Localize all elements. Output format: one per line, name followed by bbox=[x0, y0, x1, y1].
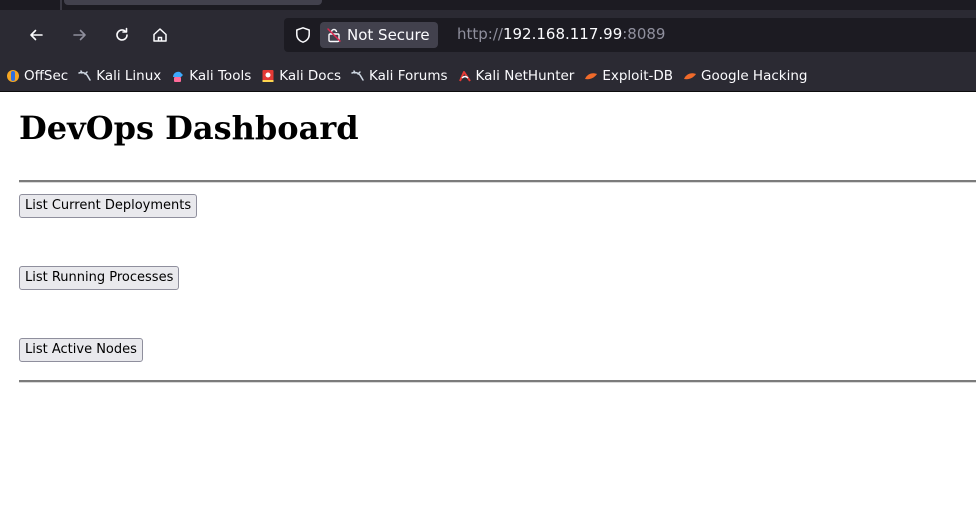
bookmark-label: Kali Forums bbox=[369, 67, 448, 84]
nethunter-icon bbox=[458, 70, 471, 82]
url-scheme: http:// bbox=[457, 25, 503, 43]
home-button[interactable] bbox=[146, 22, 174, 48]
bookmarks-toolbar: OffSec Kali Linux Kali Tools Kali Docs K… bbox=[0, 60, 976, 92]
offsec-icon bbox=[7, 69, 19, 82]
page-content: DevOps Dashboard List Current Deployment… bbox=[0, 92, 976, 512]
bookmark-kali-docs[interactable]: Kali Docs bbox=[261, 68, 341, 84]
kali-dragon-icon bbox=[351, 69, 364, 81]
page-title: DevOps Dashboard bbox=[19, 109, 359, 147]
kali-docs-icon bbox=[262, 69, 274, 82]
url-text[interactable]: http://192.168.117.99:8089 bbox=[457, 25, 665, 43]
bookmark-kali-nethunter[interactable]: Kali NetHunter bbox=[458, 67, 575, 84]
kali-dragon-icon bbox=[78, 69, 91, 81]
tab-separator bbox=[60, 0, 62, 10]
ghdb-icon bbox=[684, 72, 697, 79]
bookmark-offsec[interactable]: OffSec bbox=[6, 68, 68, 84]
bookmark-kali-linux[interactable]: Kali Linux bbox=[78, 68, 161, 84]
forward-button[interactable] bbox=[66, 22, 94, 48]
forward-arrow-icon bbox=[73, 29, 86, 41]
bookmark-label: Exploit-DB bbox=[602, 67, 674, 84]
bookmark-label: Kali NetHunter bbox=[475, 67, 575, 84]
bookmark-label: Google Hacking bbox=[701, 67, 808, 84]
bottom-divider bbox=[19, 380, 976, 383]
not-secure-indicator[interactable]: Not Secure bbox=[320, 22, 438, 48]
bookmark-label: OffSec bbox=[24, 67, 69, 84]
home-icon bbox=[153, 28, 167, 42]
insecure-lock-icon bbox=[327, 28, 341, 43]
bookmark-label: Kali Linux bbox=[96, 67, 162, 84]
list-current-deployments-button[interactable]: List Current Deployments bbox=[19, 194, 198, 218]
back-arrow-icon bbox=[30, 29, 43, 41]
list-active-nodes-button[interactable]: List Active Nodes bbox=[19, 338, 143, 362]
navigation-toolbar: Not Secure http://192.168.117.99:8089 bbox=[0, 10, 976, 60]
url-host: 192.168.117.99 bbox=[502, 25, 623, 43]
kali-tools-icon bbox=[173, 71, 184, 82]
reload-button[interactable] bbox=[108, 22, 136, 48]
active-tab[interactable] bbox=[64, 0, 322, 5]
back-button[interactable] bbox=[22, 22, 50, 48]
list-running-processes-button[interactable]: List Running Processes bbox=[19, 266, 180, 290]
not-secure-label: Not Secure bbox=[347, 26, 430, 44]
bookmark-label: Kali Tools bbox=[189, 67, 252, 84]
exploit-db-icon bbox=[585, 72, 598, 79]
address-bar[interactable]: Not Secure http://192.168.117.99:8089 bbox=[284, 18, 976, 52]
reload-icon bbox=[116, 27, 128, 41]
url-port: :8089 bbox=[622, 25, 666, 43]
bookmark-google-hacking[interactable]: Google Hacking bbox=[683, 68, 807, 84]
bookmark-exploit-db[interactable]: Exploit-DB bbox=[584, 68, 673, 84]
top-divider bbox=[19, 180, 976, 183]
tab-strip bbox=[0, 0, 976, 10]
bookmark-label: Kali Docs bbox=[279, 67, 342, 84]
bookmark-kali-forums[interactable]: Kali Forums bbox=[351, 68, 448, 84]
bookmark-kali-tools[interactable]: Kali Tools bbox=[171, 68, 251, 84]
tracking-protection-shield-icon[interactable] bbox=[294, 26, 312, 44]
